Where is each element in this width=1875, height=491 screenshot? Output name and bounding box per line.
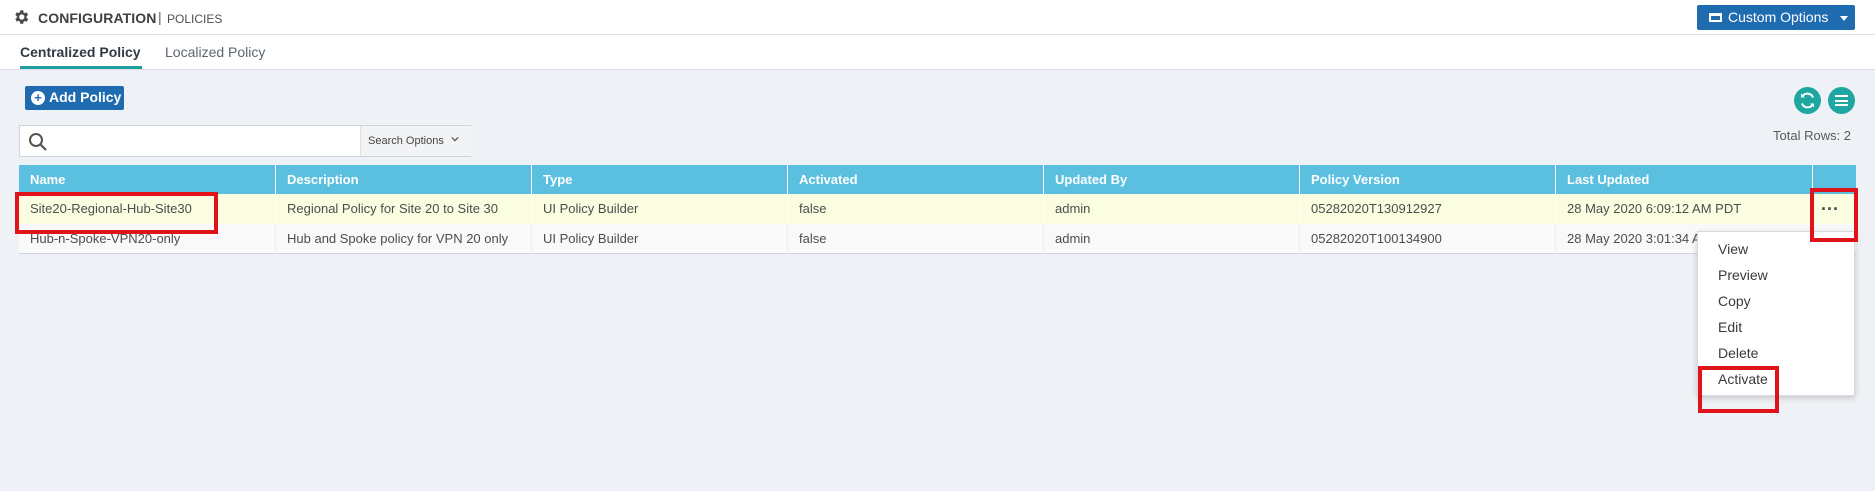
gear-icon <box>15 10 29 24</box>
menu-item-preview[interactable]: Preview <box>1718 267 1768 283</box>
table-menu-button[interactable] <box>1828 87 1855 114</box>
window-icon <box>1709 13 1722 22</box>
tab-localized-policy[interactable]: Localized Policy <box>165 44 265 60</box>
custom-options-button[interactable]: Custom Options <box>1697 5 1855 30</box>
search-icon <box>29 133 47 151</box>
cell-type: UI Policy Builder <box>532 224 788 254</box>
cell-policy-version: 05282020T100134900 <box>1300 224 1556 254</box>
menu-item-view[interactable]: View <box>1718 241 1748 257</box>
title-separator: | <box>158 9 162 25</box>
menu-item-copy[interactable]: Copy <box>1718 293 1751 309</box>
column-header-type[interactable]: Type <box>532 165 788 194</box>
policy-tabs: Centralized Policy Localized Policy <box>0 35 1875 70</box>
table-header: Name Description Type Activated Updated … <box>19 165 1856 194</box>
refresh-button[interactable] <box>1794 87 1821 114</box>
search-bar: Search Options <box>19 125 471 157</box>
custom-options-label: Custom Options <box>1728 9 1829 25</box>
cell-activated: false <box>788 194 1044 224</box>
hamburger-bar <box>1835 95 1848 97</box>
more-actions-button[interactable]: ... <box>1810 195 1850 221</box>
table-row[interactable]: Site20-Regional-Hub-Site30 Regional Poli… <box>19 194 1856 224</box>
column-header-activated[interactable]: Activated <box>788 165 1044 194</box>
top-header: CONFIGURATION | POLICIES Custom Options <box>0 0 1875 35</box>
cell-activated: false <box>788 224 1044 254</box>
cell-type: UI Policy Builder <box>532 194 788 224</box>
cell-description: Hub and Spoke policy for VPN 20 only <box>276 224 532 254</box>
active-tab-indicator <box>20 66 142 69</box>
cell-policy-version: 05282020T130912927 <box>1300 194 1556 224</box>
add-policy-label: Add Policy <box>49 89 122 105</box>
column-header-name[interactable]: Name <box>19 165 276 194</box>
hamburger-bar <box>1835 104 1848 106</box>
table-row[interactable]: Hub-n-Spoke-VPN20-only Hub and Spoke pol… <box>19 224 1856 254</box>
total-rows-count: Total Rows: 2 <box>1773 128 1852 143</box>
add-policy-button[interactable]: + Add Policy <box>25 86 124 110</box>
column-header-actions <box>1813 165 1856 194</box>
search-options-dropdown[interactable]: Search Options <box>360 126 471 156</box>
plus-icon: + <box>31 91 45 105</box>
menu-item-edit[interactable]: Edit <box>1718 319 1742 335</box>
refresh-icon <box>1801 92 1814 109</box>
row-actions-menu: View Preview Copy Edit Delete Activate <box>1697 231 1855 396</box>
tab-centralized-policy[interactable]: Centralized Policy <box>20 44 141 60</box>
column-header-last-updated[interactable]: Last Updated <box>1556 165 1813 194</box>
hamburger-bar <box>1835 99 1848 102</box>
column-header-policy-version[interactable]: Policy Version <box>1300 165 1556 194</box>
search-options-label: Search Options <box>368 135 444 147</box>
search-input[interactable] <box>60 130 375 152</box>
column-header-description[interactable]: Description <box>276 165 532 194</box>
page-title: CONFIGURATION <box>38 10 157 26</box>
cell-name: Site20-Regional-Hub-Site30 <box>19 194 276 224</box>
cell-last-updated: 28 May 2020 6:09:12 AM PDT <box>1556 194 1813 224</box>
menu-item-delete[interactable]: Delete <box>1718 345 1758 361</box>
cell-description: Regional Policy for Site 20 to Site 30 <box>276 194 532 224</box>
page-subtitle: POLICIES <box>167 12 223 26</box>
cell-name: Hub-n-Spoke-VPN20-only <box>19 224 276 254</box>
cell-updated-by: admin <box>1044 224 1300 254</box>
menu-item-activate[interactable]: Activate <box>1718 371 1768 387</box>
cell-updated-by: admin <box>1044 194 1300 224</box>
chevron-down-icon <box>1840 16 1848 21</box>
chevron-down-icon <box>451 136 459 142</box>
column-header-updated-by[interactable]: Updated By <box>1044 165 1300 194</box>
